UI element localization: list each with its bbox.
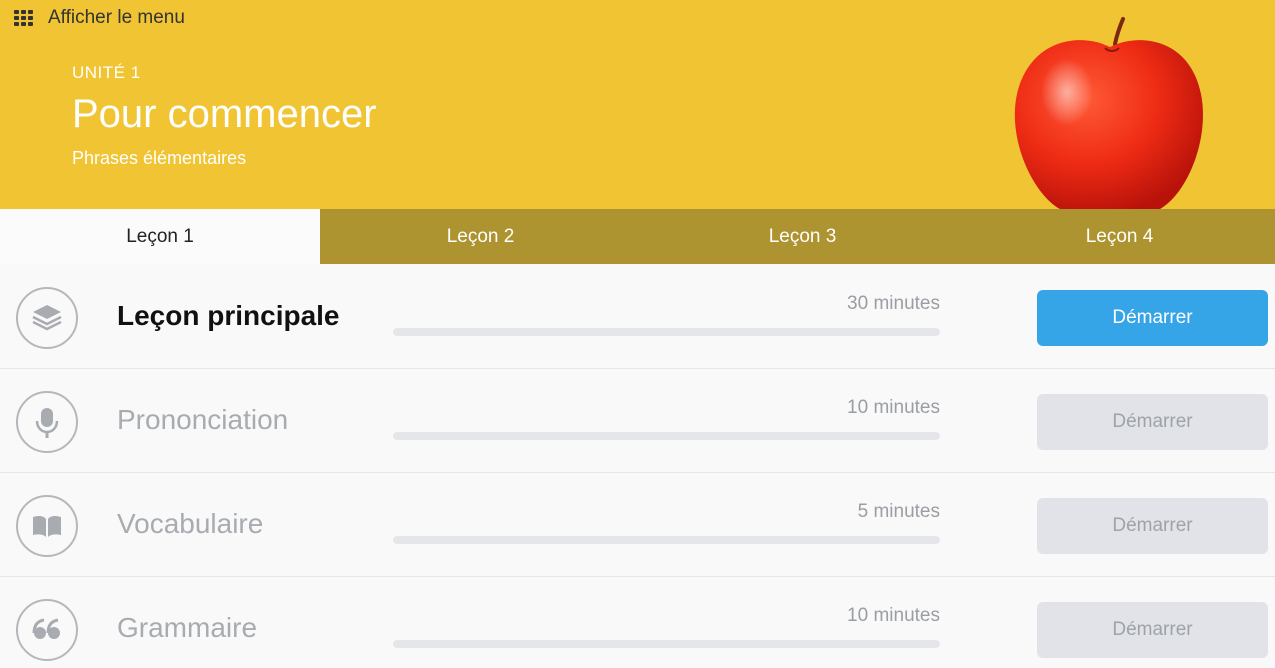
quote-icon (16, 599, 78, 661)
progress-bar (393, 432, 940, 440)
unit-title: Pour commencer (72, 92, 377, 136)
tab-lesson-3[interactable]: Leçon 3 (641, 209, 964, 264)
show-menu-label: Afficher le menu (48, 7, 185, 28)
show-menu-button[interactable]: Afficher le menu (14, 6, 185, 30)
unit-header: Afficher le menu UNITÉ 1 Pour commencer … (0, 0, 1275, 209)
unit-subtitle: Phrases élémentaires (72, 148, 247, 168)
microphone-icon (16, 391, 78, 453)
start-button[interactable]: Démarrer (1037, 394, 1268, 450)
lesson-duration: 30 minutes (847, 293, 940, 314)
start-button[interactable]: Démarrer (1037, 602, 1268, 658)
lesson-duration: 10 minutes (847, 397, 940, 418)
grid-menu-icon (14, 10, 34, 26)
lesson-tabs: Leçon 1 Leçon 2 Leçon 3 Leçon 4 (0, 209, 1275, 264)
lesson-row-grammar: Grammaire 10 minutes Démarrer (0, 577, 1275, 668)
book-icon (16, 495, 78, 557)
lesson-title: Vocabulaire (117, 508, 264, 539)
lesson-title: Grammaire (117, 612, 258, 643)
lesson-row-main: Leçon principale 30 minutes Démarrer (0, 265, 1275, 369)
tab-lesson-2[interactable]: Leçon 2 (320, 209, 641, 264)
lesson-title: Prononciation (117, 404, 289, 435)
progress-bar (393, 536, 940, 544)
tab-lesson-4[interactable]: Leçon 4 (964, 209, 1275, 264)
lesson-duration: 5 minutes (857, 501, 940, 522)
progress-bar (393, 640, 940, 648)
lesson-row-vocabulary: Vocabulaire 5 minutes Démarrer (0, 473, 1275, 577)
start-button[interactable]: Démarrer (1037, 290, 1268, 346)
lesson-title: Leçon principale (117, 300, 340, 331)
start-button[interactable]: Démarrer (1037, 498, 1268, 554)
unit-number: UNITÉ 1 (72, 63, 141, 82)
lesson-row-pronunciation: Prononciation 10 minutes Démarrer (0, 369, 1275, 473)
lesson-duration: 10 minutes (847, 605, 940, 626)
tab-lesson-1[interactable]: Leçon 1 (0, 209, 320, 264)
layers-icon (16, 287, 78, 349)
progress-bar (393, 328, 940, 336)
apple-illustration (1014, 17, 1203, 209)
